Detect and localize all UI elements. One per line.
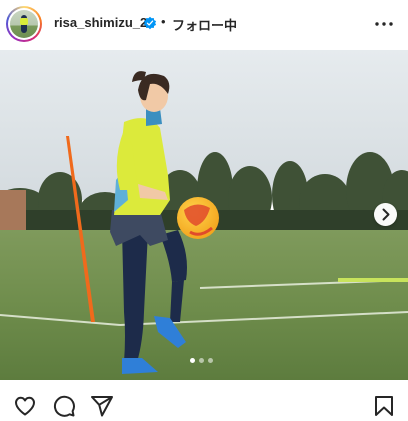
verified-badge-icon	[143, 16, 157, 30]
heart-icon[interactable]	[13, 394, 37, 418]
field-marker	[338, 278, 408, 282]
following-button[interactable]: フォロー中	[172, 15, 237, 34]
building	[0, 190, 26, 230]
avatar-image	[10, 10, 38, 38]
more-horizontal-icon[interactable]	[372, 14, 396, 34]
send-icon[interactable]	[90, 394, 114, 418]
action-bar	[0, 388, 408, 421]
chevron-right-icon[interactable]	[374, 203, 397, 226]
username-link[interactable]: risa_shimizu_2	[54, 15, 147, 30]
football	[177, 197, 219, 239]
comment-icon[interactable]	[52, 394, 76, 418]
carousel-dot	[190, 358, 195, 363]
bookmark-icon[interactable]	[372, 394, 396, 418]
post-photo[interactable]	[0, 50, 408, 380]
post-header: risa_shimizu_2 • フォロー中	[0, 0, 408, 48]
avatar[interactable]	[6, 6, 42, 42]
separator-dot: •	[161, 14, 166, 29]
carousel-dot	[199, 358, 204, 363]
carousel-dot	[208, 358, 213, 363]
grass-field	[0, 230, 408, 380]
